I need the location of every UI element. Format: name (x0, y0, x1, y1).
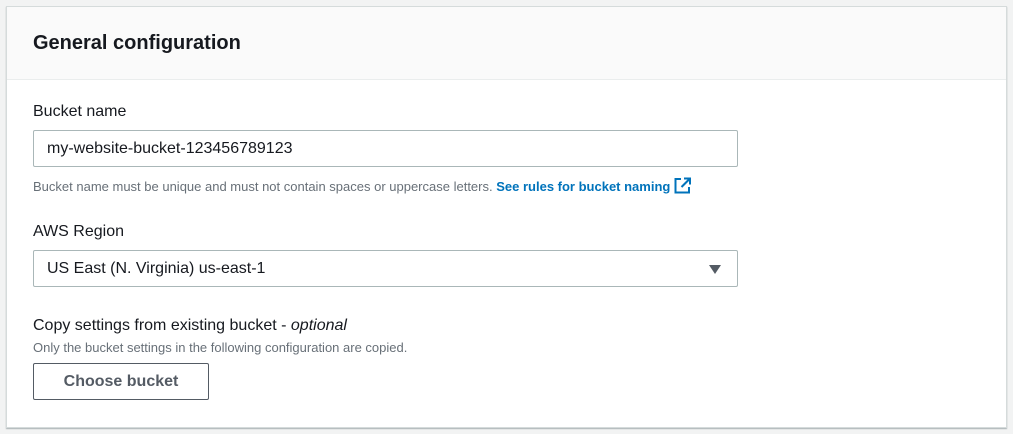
aws-region-select[interactable]: US East (N. Virginia) us-east-1 (33, 250, 738, 287)
bucket-name-hint: Bucket name must be unique and must not … (33, 177, 692, 198)
aws-region-selected-value: US East (N. Virginia) us-east-1 (47, 260, 266, 277)
bucket-naming-rules-link[interactable]: See rules for bucket naming (496, 177, 692, 194)
choose-bucket-button[interactable]: Choose bucket (33, 363, 209, 400)
bucket-name-input[interactable] (33, 130, 738, 167)
external-link-icon (674, 177, 692, 198)
copy-settings-label-text: Copy settings from existing bucket - (33, 317, 291, 334)
bucket-name-label: Bucket name (33, 103, 127, 120)
panel-header: General configuration (7, 7, 1006, 80)
optional-tag: optional (290, 317, 347, 334)
copy-settings-hint: Only the bucket settings in the followin… (33, 340, 408, 355)
bucket-name-hint-text: Bucket name must be unique and must not … (33, 179, 493, 194)
caret-down-icon (709, 265, 721, 274)
panel-title: General configuration (33, 32, 241, 54)
general-configuration-panel: General configuration Bucket name Bucket… (6, 6, 1007, 428)
aws-region-label: AWS Region (33, 223, 124, 240)
bucket-naming-rules-link-label: See rules for bucket naming (496, 179, 671, 194)
copy-settings-label: Copy settings from existing bucket - opt… (33, 316, 347, 336)
